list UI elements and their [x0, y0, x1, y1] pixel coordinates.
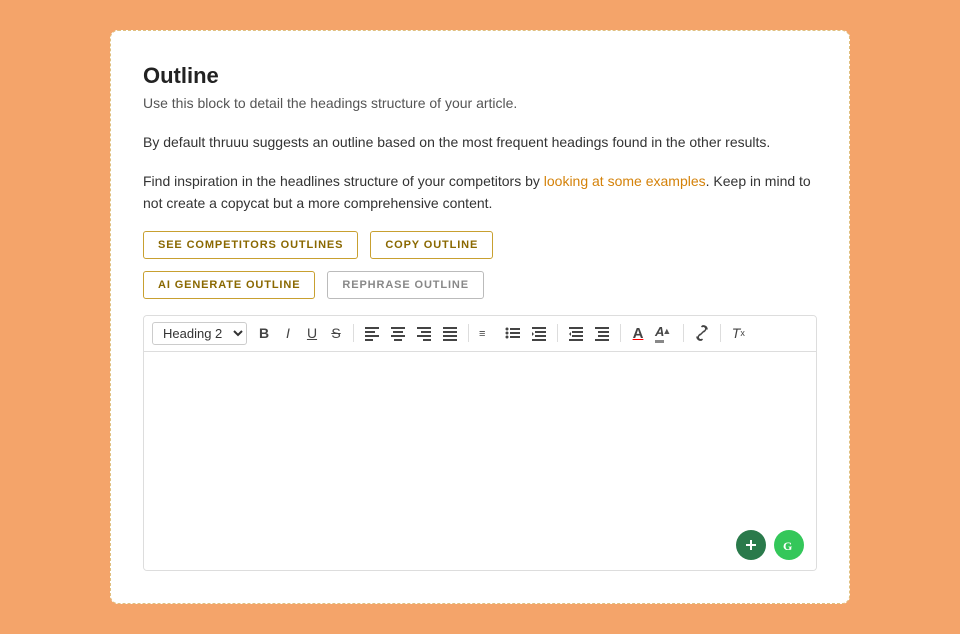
separator-2: [468, 324, 469, 342]
align-right-button[interactable]: [412, 323, 436, 343]
secondary-button-row: AI GENERATE OUTLINE REPHRASE OUTLINE: [143, 271, 817, 299]
separator-4: [620, 324, 621, 342]
description-2-prefix: Find inspiration in the headlines struct…: [143, 173, 544, 189]
separator-3: [557, 324, 558, 342]
rephrase-button[interactable]: REPHRASE OUTLINE: [327, 271, 484, 299]
separator-6: [720, 324, 721, 342]
indent-increase-button[interactable]: [527, 323, 551, 343]
outdent-button[interactable]: [564, 323, 588, 343]
grammarly-icon-button[interactable]: G: [774, 530, 804, 560]
primary-button-row: SEE COMPETITORS OUTLINES COPY OUTLINE: [143, 231, 817, 259]
italic-button[interactable]: I: [277, 323, 299, 343]
link-button[interactable]: [690, 323, 714, 343]
description-1: By default thruuu suggests an outline ba…: [143, 131, 817, 153]
separator-5: [683, 324, 684, 342]
description-2: Find inspiration in the headlines struct…: [143, 170, 817, 215]
examples-link[interactable]: looking at some examples: [544, 173, 706, 189]
page-title: Outline: [143, 63, 817, 89]
strikethrough-button[interactable]: S: [325, 323, 347, 343]
font-highlight-button[interactable]: A ▲: [651, 322, 677, 345]
unordered-list-button[interactable]: [501, 323, 525, 343]
font-color-button[interactable]: A: [627, 323, 649, 344]
see-competitors-button[interactable]: SEE COMPETITORS OUTLINES: [143, 231, 358, 259]
svg-text:G: G: [783, 539, 792, 553]
clear-format-button[interactable]: Tx: [727, 323, 749, 343]
align-center-button[interactable]: [386, 323, 410, 343]
separator-1: [353, 324, 354, 342]
ai-generate-button[interactable]: AI GENERATE OUTLINE: [143, 271, 315, 299]
align-left-button[interactable]: [360, 323, 384, 343]
add-icon-button[interactable]: [736, 530, 766, 560]
heading-select[interactable]: Heading 2 Heading 1 Heading 3 Heading 4 …: [152, 322, 247, 345]
editor-content-area[interactable]: [144, 352, 816, 522]
indent-button[interactable]: [590, 323, 614, 343]
underline-button[interactable]: U: [301, 323, 323, 343]
align-justify-button[interactable]: [438, 323, 462, 343]
bold-button[interactable]: B: [253, 323, 275, 343]
editor-footer: G: [144, 522, 816, 570]
editor-wrapper: Heading 2 Heading 1 Heading 3 Heading 4 …: [143, 315, 817, 571]
svg-text:≡: ≡: [479, 328, 485, 340]
ordered-list-button[interactable]: ≡: [475, 323, 499, 343]
copy-outline-button[interactable]: COPY OUTLINE: [370, 231, 493, 259]
main-card: Outline Use this block to detail the hea…: [110, 30, 850, 603]
page-subtitle: Use this block to detail the headings st…: [143, 95, 817, 111]
editor-toolbar: Heading 2 Heading 1 Heading 3 Heading 4 …: [144, 316, 816, 352]
